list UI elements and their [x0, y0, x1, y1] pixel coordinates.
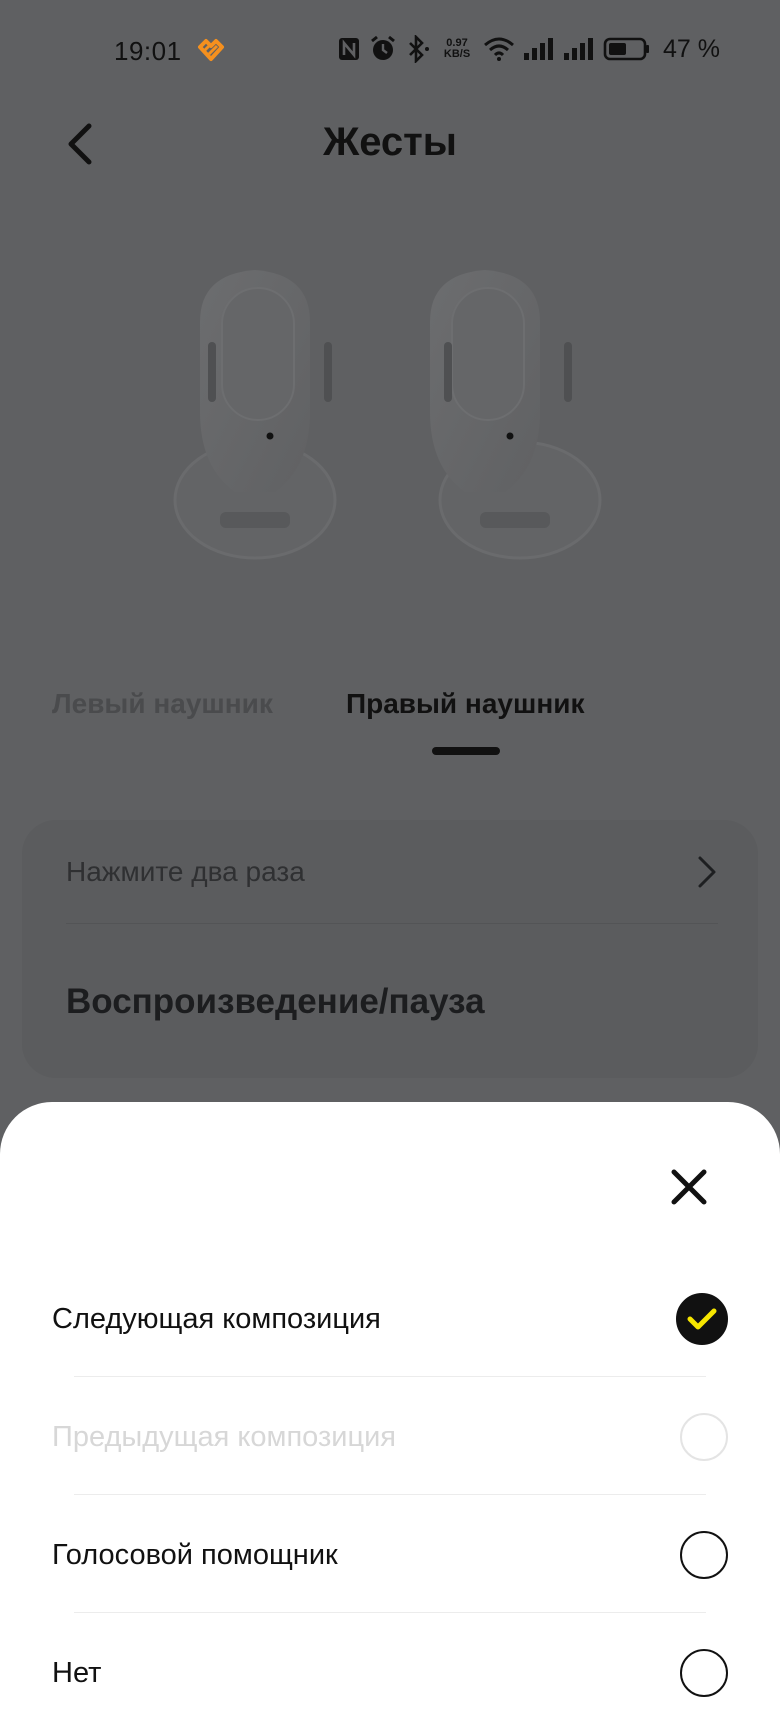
network-speed-unit: KB/S	[443, 48, 471, 60]
option-voice-assistant[interactable]: Голосовой помощник	[52, 1496, 728, 1614]
gestures-screen: 19:01 0.97 KB/S 47 % Жесты Левый наушник…	[0, 0, 780, 1733]
gesture-label: Нажмите два раза	[66, 855, 305, 887]
option-label: Следующая композиция	[52, 1302, 381, 1335]
gesture-value: Воспроизведение/пауза	[66, 982, 485, 1021]
battery-percent: 47 %	[663, 34, 720, 63]
alarm-icon	[369, 34, 397, 64]
earbud-tabs: Левый наушник Правый наушник	[0, 688, 780, 758]
left-earbud	[173, 270, 337, 560]
close-button[interactable]	[658, 1156, 720, 1218]
page-title: Жесты	[323, 120, 457, 164]
tab-right-earbud[interactable]: Правый наушник	[346, 688, 584, 720]
option-label: Нет	[52, 1656, 102, 1689]
gesture-card: Нажмите два раза Воспроизведение/пауза	[22, 820, 758, 1078]
right-earbud	[430, 270, 602, 560]
option-next-track[interactable]: Следующая композиция	[52, 1260, 728, 1378]
radio-circle-icon[interactable]	[680, 1649, 728, 1697]
double-tap-row[interactable]: Нажмите два раза	[66, 820, 718, 924]
chevron-right-icon	[698, 856, 716, 887]
earbuds-image	[160, 262, 620, 592]
close-icon	[671, 1169, 707, 1205]
divider	[74, 1494, 706, 1495]
status-bar: 19:01 0.97 KB/S 47 %	[0, 0, 780, 104]
battery-icon	[603, 34, 651, 64]
check-circle-icon[interactable]	[676, 1293, 728, 1345]
wifi-icon	[483, 34, 515, 64]
divider	[74, 1376, 706, 1377]
option-none[interactable]: Нет	[52, 1614, 728, 1732]
tab-indicator	[432, 747, 500, 755]
signal-icon	[563, 34, 595, 64]
option-label: Голосовой помощник	[52, 1538, 338, 1571]
action-bottom-sheet: Следующая композиция Предыдущая композиц…	[0, 1102, 780, 1733]
radio-circle-icon	[680, 1413, 728, 1461]
status-time: 19:01	[114, 36, 182, 66]
heart-app-icon	[196, 38, 226, 62]
network-speed: 0.97 KB/S	[439, 34, 475, 64]
option-label: Предыдущая композиция	[52, 1420, 396, 1453]
tab-left-earbud[interactable]: Левый наушник	[52, 688, 273, 720]
option-previous-track: Предыдущая композиция	[52, 1378, 728, 1496]
nfc-icon	[337, 34, 361, 64]
status-icons: 0.97 KB/S 47 %	[337, 34, 720, 64]
signal-icon	[523, 34, 555, 64]
divider	[74, 1612, 706, 1613]
header: Жесты	[0, 104, 780, 184]
bluetooth-icon	[405, 34, 431, 64]
radio-circle-icon[interactable]	[680, 1531, 728, 1579]
